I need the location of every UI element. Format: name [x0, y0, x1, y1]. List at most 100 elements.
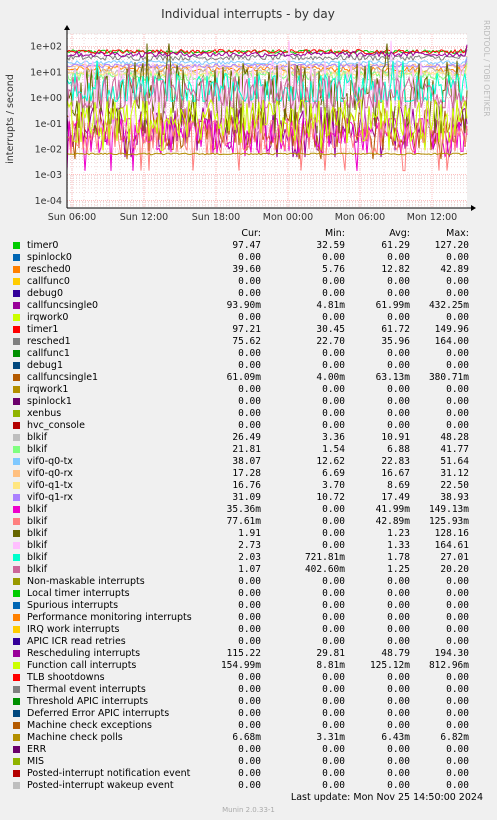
legend-value-max: 38.93 [440, 492, 469, 503]
y-tick-label: 1e-02 [35, 144, 62, 155]
legend-swatch [13, 410, 20, 417]
legend-row: irqwork1 0.00 0.00 0.00 0.00 [0, 384, 497, 396]
legend-value-cur: 0.00 [238, 780, 261, 791]
legend-series-name: vif0-q0-tx [27, 456, 73, 467]
legend-swatch [13, 626, 20, 633]
y-tick-label: 1e-01 [35, 119, 62, 130]
legend-value-cur: 97.47 [232, 240, 261, 251]
legend-row: Performance monitoring interrupts 0.00 0.0… [0, 612, 497, 624]
legend-value-cur: 0.00 [238, 360, 261, 371]
legend-row: blkif 2.73 0.00 1.33 164.61 [0, 540, 497, 552]
legend-value-max: 42.89 [440, 264, 469, 275]
legend-value-cur: 0.00 [238, 744, 261, 755]
legend-swatch [13, 566, 20, 573]
chart-title: Individual interrupts - by day [161, 7, 335, 21]
legend-value-min: 0.00 [322, 348, 345, 359]
legend-value-cur: 31.09 [232, 492, 261, 503]
legend-row: ERR 0.00 0.00 0.00 0.00 [0, 744, 497, 756]
legend-series-name: irqwork1 [27, 384, 69, 395]
legend-value-max: 0.00 [446, 720, 469, 731]
legend-row: Deferred Error APIC interrupts 0.00 0.00 0.… [0, 708, 497, 720]
legend-value-max: 380.71m [428, 372, 469, 383]
legend-header-max: Max: [446, 228, 469, 239]
rrdtool-watermark: RRDTOOL / TOBI OETIKER [482, 20, 491, 117]
legend-value-min: 12.62 [316, 456, 345, 467]
legend-row: debug1 0.00 0.00 0.00 0.00 [0, 360, 497, 372]
legend-swatch [13, 758, 20, 765]
legend-value-max: 0.00 [446, 636, 469, 647]
legend-series-name: vif0-q0-rx [27, 468, 73, 479]
legend-series-name: debug0 [27, 288, 64, 299]
legend-swatch [13, 242, 20, 249]
legend-value-max: 164.61 [434, 540, 469, 551]
legend-value-cur: 39.60 [232, 264, 261, 275]
legend-value-max: 0.00 [446, 396, 469, 407]
y-axis-label: interrupts / second [5, 74, 16, 164]
legend-value-cur: 1.07 [238, 564, 261, 575]
legend-value-min: 0.00 [322, 528, 345, 539]
legend-series-name: Machine check polls [27, 732, 123, 743]
legend-value-max: 0.00 [446, 708, 469, 719]
legend-value-cur: 0.00 [238, 612, 261, 623]
legend-row: resched0 39.60 5.76 12.82 42.89 [0, 264, 497, 276]
legend-swatch [13, 650, 20, 657]
legend-swatch [13, 530, 20, 537]
legend-value-min: 0.00 [322, 588, 345, 599]
legend-value-max: 48.28 [440, 432, 469, 443]
legend-value-cur: 0.00 [238, 408, 261, 419]
legend-series-name: resched1 [27, 336, 71, 347]
legend-row: Posted-interrupt notification event 0.00 0… [0, 768, 497, 780]
legend-swatch [13, 398, 20, 405]
legend-value-min: 0.00 [322, 408, 345, 419]
legend-value-cur: 16.76 [232, 480, 261, 491]
legend-swatch [13, 518, 20, 525]
legend-value-cur: 0.00 [238, 696, 261, 707]
legend-value-cur: 0.00 [238, 288, 261, 299]
legend-swatch [13, 554, 20, 561]
legend-value-cur: 0.00 [238, 600, 261, 611]
legend-value-max: 6.82m [440, 732, 469, 743]
legend-value-min: 0.00 [322, 780, 345, 791]
legend-value-cur: 0.00 [238, 348, 261, 359]
legend-series-name: callfunc1 [27, 348, 70, 359]
legend-swatch [13, 602, 20, 609]
legend-value-min: 0.00 [322, 672, 345, 683]
legend-value-min: 22.70 [316, 336, 345, 347]
legend-value-min: 3.36 [322, 432, 345, 443]
legend-series-name: TLB shootdowns [27, 672, 105, 683]
legend-series-name: callfunc0 [27, 276, 70, 287]
legend-value-cur: 154.99m [220, 660, 261, 671]
y-tick-label: 1e+02 [30, 42, 62, 53]
legend-swatch [13, 686, 20, 693]
legend-swatch [13, 386, 20, 393]
legend-swatch [13, 482, 20, 489]
legend-value-max: 164.00 [434, 336, 469, 347]
legend-series-name: Machine check exceptions [27, 720, 152, 731]
legend-swatch [13, 770, 20, 777]
legend-swatch [13, 290, 20, 297]
legend-row: APIC ICR read retries 0.00 0.00 0.00 0.00 [0, 636, 497, 648]
legend-value-cur: 0.00 [238, 756, 261, 767]
legend-series-name: debug1 [27, 360, 64, 371]
legend-value-min: 0.00 [322, 504, 345, 515]
munin-version: Munin 2.0.33-1 [222, 806, 275, 814]
legend-value-max: 51.64 [440, 456, 469, 467]
legend-value-min: 0.00 [322, 768, 345, 779]
legend-value-cur: 0.00 [238, 252, 261, 263]
legend-value-min: 0.00 [322, 612, 345, 623]
legend-value-max: 20.20 [440, 564, 469, 575]
legend-series-name: MIS [27, 756, 45, 767]
legend-series-name: blkif [27, 540, 48, 551]
legend-row: vif0-q1-rx 31.09 10.72 17.49 38.93 [0, 492, 497, 504]
legend-value-cur: 0.00 [238, 684, 261, 695]
legend-header-cur: Cur: [241, 228, 261, 239]
legend-swatch [13, 698, 20, 705]
legend-value-min: 0.00 [322, 540, 345, 551]
legend-row: debug0 0.00 0.00 0.00 0.00 [0, 288, 497, 300]
y-tick-label: 1e-03 [35, 170, 62, 181]
legend-value-min: 4.00m [316, 372, 345, 383]
legend-row: callfuncsingle1 61.09m 4.00m 63.13m 380.71m [0, 372, 497, 384]
legend-row: Local timer interrupts 0.00 0.00 0.00 0.00 [0, 588, 497, 600]
legend-value-max: 0.00 [446, 420, 469, 431]
legend-swatch [13, 266, 20, 273]
